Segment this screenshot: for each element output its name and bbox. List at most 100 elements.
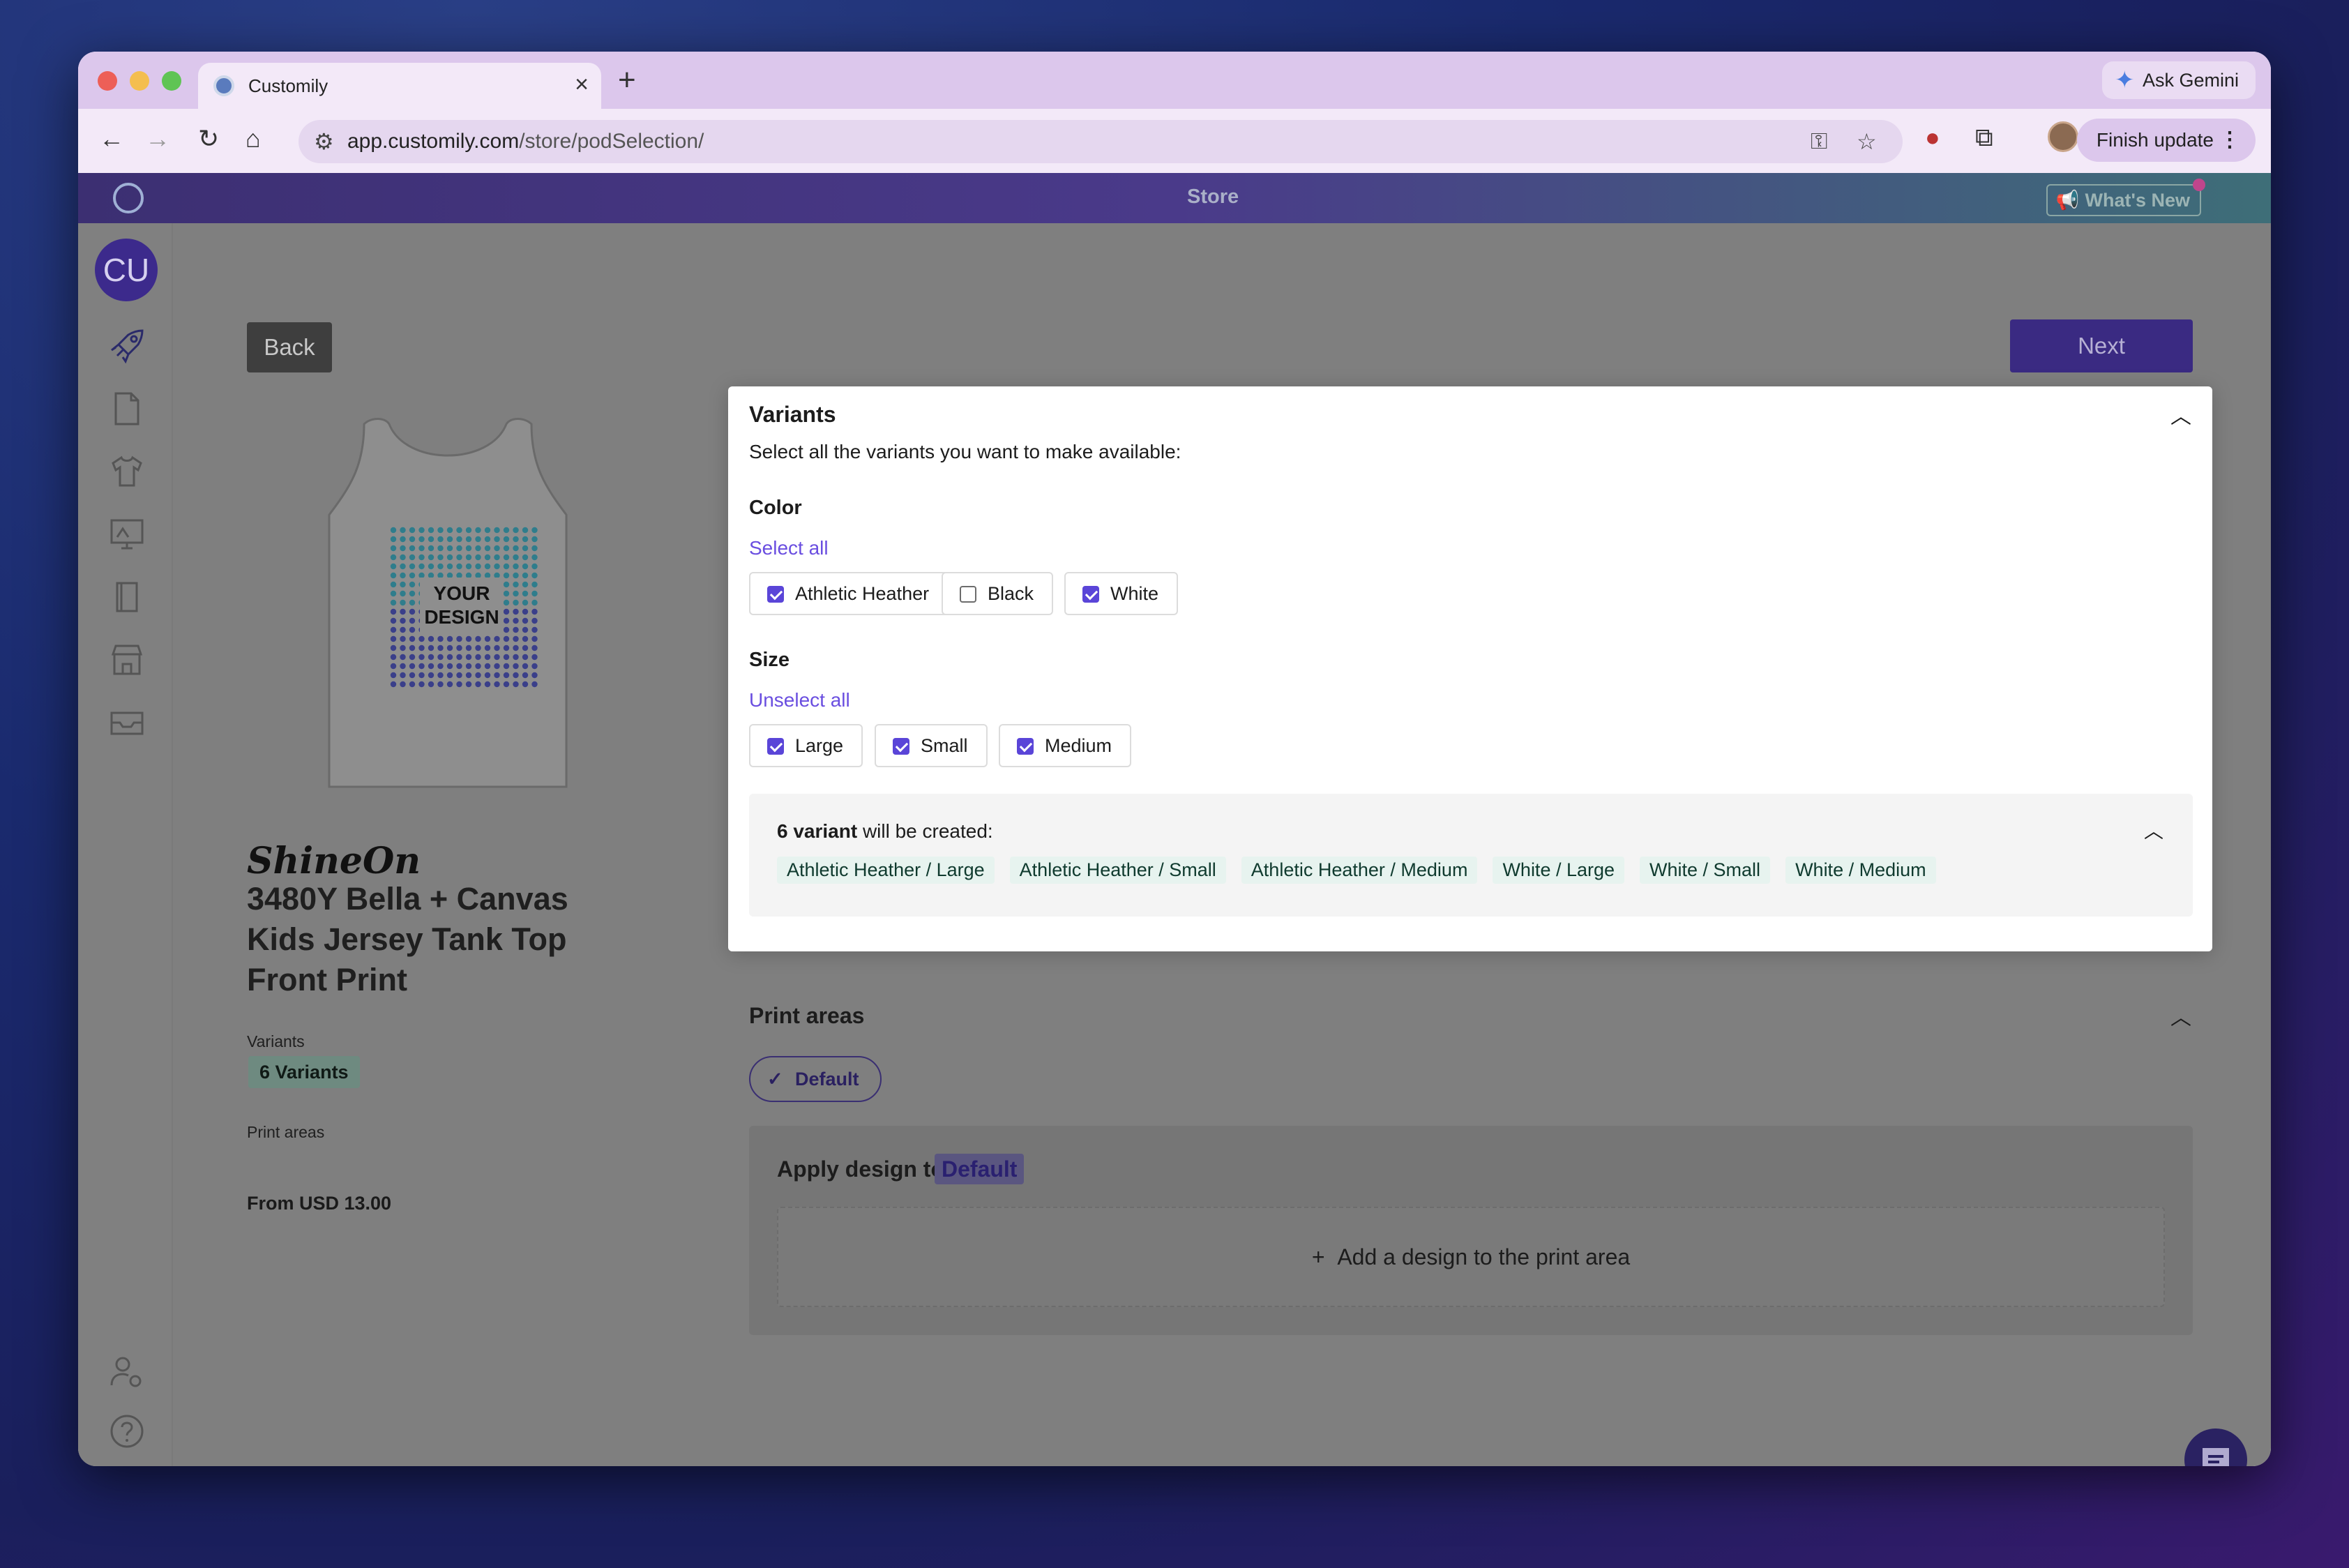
- new-tab-icon[interactable]: +: [618, 63, 636, 98]
- size-unselect-all-link[interactable]: Unselect all: [749, 689, 850, 711]
- mockup-pattern-dot: [428, 545, 435, 552]
- checkbox-unchecked[interactable]: [960, 586, 976, 603]
- mockup-pattern-dot: [531, 599, 538, 606]
- mockup-pattern-dot: [484, 635, 491, 642]
- size-section-label: Size: [749, 649, 790, 671]
- mockup-pattern-dot: [465, 681, 472, 688]
- mockup-pattern-dot: [503, 654, 510, 661]
- mockup-pattern-dot: [390, 608, 397, 615]
- add-design-dropzone[interactable]: + Add a design to the print area: [777, 1207, 2165, 1307]
- profile-avatar[interactable]: [2048, 121, 2078, 152]
- next-button[interactable]: Next: [2010, 319, 2193, 372]
- finish-update-button[interactable]: Finish update ⋮: [2076, 119, 2256, 162]
- color-select-all-link[interactable]: Select all: [749, 537, 829, 559]
- mockup-pattern-dot: [456, 672, 462, 679]
- finish-update-label: Finish update: [2096, 129, 2214, 151]
- mockup-pattern-dot: [400, 663, 406, 670]
- tab-close-icon[interactable]: ×: [575, 71, 589, 98]
- mockup-pattern-dot: [418, 654, 425, 661]
- chevron-up-icon[interactable]: ︿: [2170, 1000, 2191, 1031]
- mockup-pattern-dot: [494, 663, 500, 670]
- checkbox-checked[interactable]: [893, 738, 909, 755]
- mockup-pattern-dot: [428, 536, 435, 543]
- mockup-pattern-dot: [494, 672, 500, 679]
- more-menu-icon[interactable]: ⋮: [2219, 119, 2240, 162]
- mockup-pattern-dot: [409, 572, 416, 579]
- mockup-pattern-dot: [390, 590, 397, 597]
- home-icon[interactable]: ⌂: [246, 124, 261, 153]
- forward-arrow-icon[interactable]: →: [145, 124, 170, 153]
- mockup-pattern-dot: [437, 545, 444, 552]
- checkbox-checked[interactable]: [767, 738, 784, 755]
- mockup-pattern-dot: [418, 554, 425, 561]
- chevron-up-icon[interactable]: ︿: [2144, 816, 2163, 844]
- mockup-pattern-dot: [390, 554, 397, 561]
- extension-red-icon[interactable]: ●: [1925, 123, 1940, 152]
- help-icon[interactable]: [107, 1412, 146, 1451]
- browser-tab[interactable]: Customily ×: [198, 63, 601, 109]
- size-option-medium[interactable]: Medium: [999, 724, 1132, 767]
- mockup-pattern-dot: [456, 527, 462, 534]
- mockup-pattern-dot: [400, 554, 406, 561]
- ask-gemini-button[interactable]: ✦ Ask Gemini: [2101, 61, 2256, 99]
- mockup-pattern-dot: [418, 545, 425, 552]
- bookmark-star-icon[interactable]: ☆: [1857, 128, 1877, 155]
- mockup-pattern-dot: [428, 672, 435, 679]
- mockup-pattern-dot: [475, 554, 481, 561]
- whats-new-button[interactable]: 📢 What's New: [2046, 179, 2205, 216]
- mockup-pattern-dot: [494, 554, 500, 561]
- extensions-puzzle-icon[interactable]: ⧉: [1975, 123, 1993, 153]
- url-path: /store/podSelection/: [519, 130, 704, 153]
- tshirt-icon[interactable]: [107, 452, 146, 491]
- color-option-athletic-heather[interactable]: Athletic Heather: [749, 572, 949, 615]
- mockup-pattern-dot: [465, 545, 472, 552]
- mockup-pattern-dot: [494, 536, 500, 543]
- back-button[interactable]: Back: [247, 322, 332, 372]
- book-icon[interactable]: [107, 578, 146, 617]
- mockup-pattern-dot: [409, 626, 416, 633]
- mockup-pattern-dot: [531, 536, 538, 543]
- document-icon[interactable]: [107, 389, 146, 428]
- mockup-pattern-dot: [456, 572, 462, 579]
- mockup-pattern-dot: [390, 599, 397, 606]
- checkbox-checked[interactable]: [767, 586, 784, 603]
- mockup-pattern-dot: [400, 644, 406, 651]
- mockup-pattern-dot: [437, 536, 444, 543]
- rocket-icon[interactable]: [107, 326, 146, 365]
- minimize-window-icon[interactable]: [130, 71, 149, 91]
- back-arrow-icon[interactable]: ←: [99, 124, 124, 153]
- color-option-black[interactable]: Black: [942, 572, 1054, 615]
- site-info-icon[interactable]: ⚙: [314, 128, 334, 155]
- design-monitor-icon[interactable]: [107, 515, 146, 554]
- maximize-window-icon[interactable]: [162, 71, 181, 91]
- checkbox-checked[interactable]: [1082, 586, 1099, 603]
- mockup-pattern-dot: [400, 536, 406, 543]
- mockup-pattern-dot: [513, 681, 519, 688]
- store-icon[interactable]: [107, 640, 146, 679]
- print-area-default-chip[interactable]: ✓ Default: [749, 1056, 882, 1102]
- mockup-pattern-dot: [475, 672, 481, 679]
- brand-name: ShineOn: [247, 840, 421, 882]
- mockup-pattern-dot: [418, 536, 425, 543]
- size-option-small[interactable]: Small: [875, 724, 988, 767]
- chevron-up-icon[interactable]: ︿: [2170, 399, 2191, 430]
- password-key-icon[interactable]: ⚿: [1811, 128, 1827, 155]
- chat-support-button[interactable]: [2184, 1428, 2247, 1466]
- color-option-white[interactable]: White: [1064, 572, 1179, 615]
- user-settings-icon[interactable]: [107, 1353, 146, 1392]
- mockup-pattern-dot: [531, 545, 538, 552]
- mockup-pattern-dot: [503, 590, 510, 597]
- reload-icon[interactable]: ↻: [198, 124, 219, 153]
- mockup-pattern-dot: [484, 554, 491, 561]
- mockup-pattern-dot: [418, 672, 425, 679]
- address-bar[interactable]: ⚙ app.customily.com/store/podSelection/ …: [299, 120, 1903, 163]
- user-avatar[interactable]: CU: [95, 239, 158, 301]
- checkbox-checked[interactable]: [1017, 738, 1034, 755]
- close-window-icon[interactable]: [98, 71, 117, 91]
- size-option-large[interactable]: Large: [749, 724, 863, 767]
- mockup-pattern-dot: [418, 572, 425, 579]
- gemini-star-icon: ✦: [2114, 67, 2135, 93]
- url-text[interactable]: app.customily.com/store/podSelection/: [347, 130, 704, 153]
- customily-logo-icon[interactable]: [113, 183, 144, 213]
- inbox-icon[interactable]: [107, 703, 146, 742]
